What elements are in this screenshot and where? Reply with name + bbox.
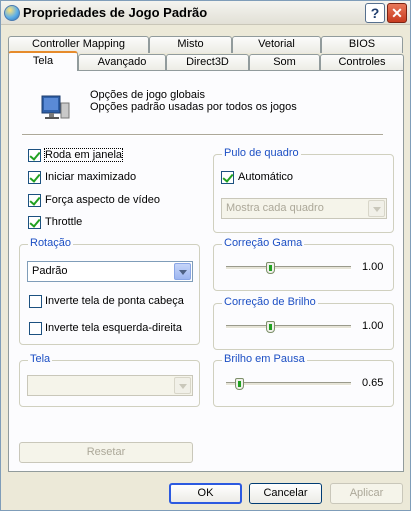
label-iniciar-maximizado[interactable]: Iniciar maximizado [45, 171, 136, 183]
app-icon [4, 5, 20, 21]
close-button[interactable]: ✕ [387, 3, 407, 23]
pause-brightness-group: Brilho em Pausa 0.65 [213, 353, 394, 407]
tab-avancado[interactable]: Avançado [78, 54, 166, 71]
tab-vetorial[interactable]: Vetorial [232, 36, 321, 53]
properties-window: Propriedades de Jogo Padrão ? ✕ Controll… [0, 0, 411, 511]
brightness-group-title: Correção de Brilho [222, 296, 318, 308]
gamma-value: 1.00 [362, 261, 384, 273]
header-line2: Opções padrão usadas por todos os jogos [90, 101, 297, 113]
pause-brightness-slider-thumb[interactable] [234, 378, 244, 390]
label-inverte-ponta-cabeca[interactable]: Inverte tela de ponta cabeça [45, 295, 184, 307]
chevron-down-icon[interactable] [174, 377, 191, 394]
label-inverte-esquerda-direita[interactable]: Inverte tela esquerda-direita [45, 322, 182, 334]
frameskip-select-value: Mostra cada quadro [226, 202, 324, 214]
window-title: Propriedades de Jogo Padrão [23, 5, 208, 20]
tab-direct3d[interactable]: Direct3D [166, 54, 249, 71]
gamma-group: Correção Gama 1.00 [213, 237, 394, 291]
close-icon: ✕ [391, 5, 403, 21]
checkbox-inverte-ponta-cabeca[interactable] [29, 295, 42, 308]
header-separator [22, 134, 383, 136]
tab-controles[interactable]: Controles [320, 54, 404, 71]
brightness-slider-thumb[interactable] [265, 321, 275, 333]
label-roda-em-janela[interactable]: Roda em janela [43, 148, 124, 162]
checkbox-iniciar-maximizado[interactable] [28, 171, 41, 184]
checkbox-automatico[interactable] [221, 171, 234, 184]
checkbox-roda-em-janela[interactable] [28, 149, 41, 162]
gamma-slider-track[interactable] [226, 266, 351, 270]
tab-panel-tela: Opções de jogo globais Opções padrão usa… [8, 70, 404, 472]
header-line1: Opções de jogo globais [90, 89, 205, 101]
help-button[interactable]: ? [365, 3, 385, 23]
label-automatico[interactable]: Automático [238, 171, 293, 183]
pause-brightness-slider-track[interactable] [226, 382, 351, 386]
tab-bios[interactable]: BIOS [321, 36, 403, 53]
chevron-down-icon[interactable] [174, 263, 191, 280]
brightness-value: 1.00 [362, 320, 384, 332]
tab-misto[interactable]: Misto [149, 36, 232, 53]
checkbox-throttle[interactable] [28, 216, 41, 229]
rotation-select[interactable]: Padrão [27, 261, 193, 282]
frameskip-select[interactable]: Mostra cada quadro [221, 198, 387, 219]
checkbox-inverte-esquerda-direita[interactable] [29, 322, 42, 335]
rotation-group-title: Rotação [28, 237, 73, 249]
cancel-button[interactable]: Cancelar [249, 483, 322, 504]
tab-som[interactable]: Som [249, 54, 320, 71]
gamma-slider-thumb[interactable] [265, 262, 275, 274]
frameskip-group-title: Pulo de quadro [222, 147, 301, 159]
ok-button[interactable]: OK [169, 483, 242, 504]
gamma-group-title: Correção Gama [222, 237, 305, 249]
reset-button[interactable]: Resetar [19, 442, 193, 463]
screen-group: Tela [19, 353, 200, 407]
label-throttle[interactable]: Throttle [45, 216, 82, 228]
rotation-group: Rotação Padrão Inverte tela de ponta cab… [19, 237, 200, 345]
label-forca-aspecto[interactable]: Força aspecto de vídeo [45, 194, 160, 206]
screen-select[interactable] [27, 375, 193, 396]
chevron-down-icon[interactable] [368, 200, 385, 217]
screen-group-title: Tela [28, 353, 53, 365]
display-icon [41, 95, 70, 119]
tab-tela[interactable]: Tela [8, 51, 78, 71]
pause-brightness-value: 0.65 [362, 377, 384, 389]
title-bar: Propriedades de Jogo Padrão ? ✕ [1, 1, 410, 25]
checkbox-forca-aspecto[interactable] [28, 194, 41, 207]
brightness-group: Correção de Brilho 1.00 [213, 296, 394, 350]
apply-button[interactable]: Aplicar [330, 483, 403, 504]
pause-brightness-group-title: Brilho em Pausa [222, 353, 307, 365]
frameskip-group: Pulo de quadro Automático Mostra cada qu… [213, 147, 394, 233]
rotation-select-value: Padrão [32, 265, 68, 277]
brightness-slider-track[interactable] [226, 325, 351, 329]
